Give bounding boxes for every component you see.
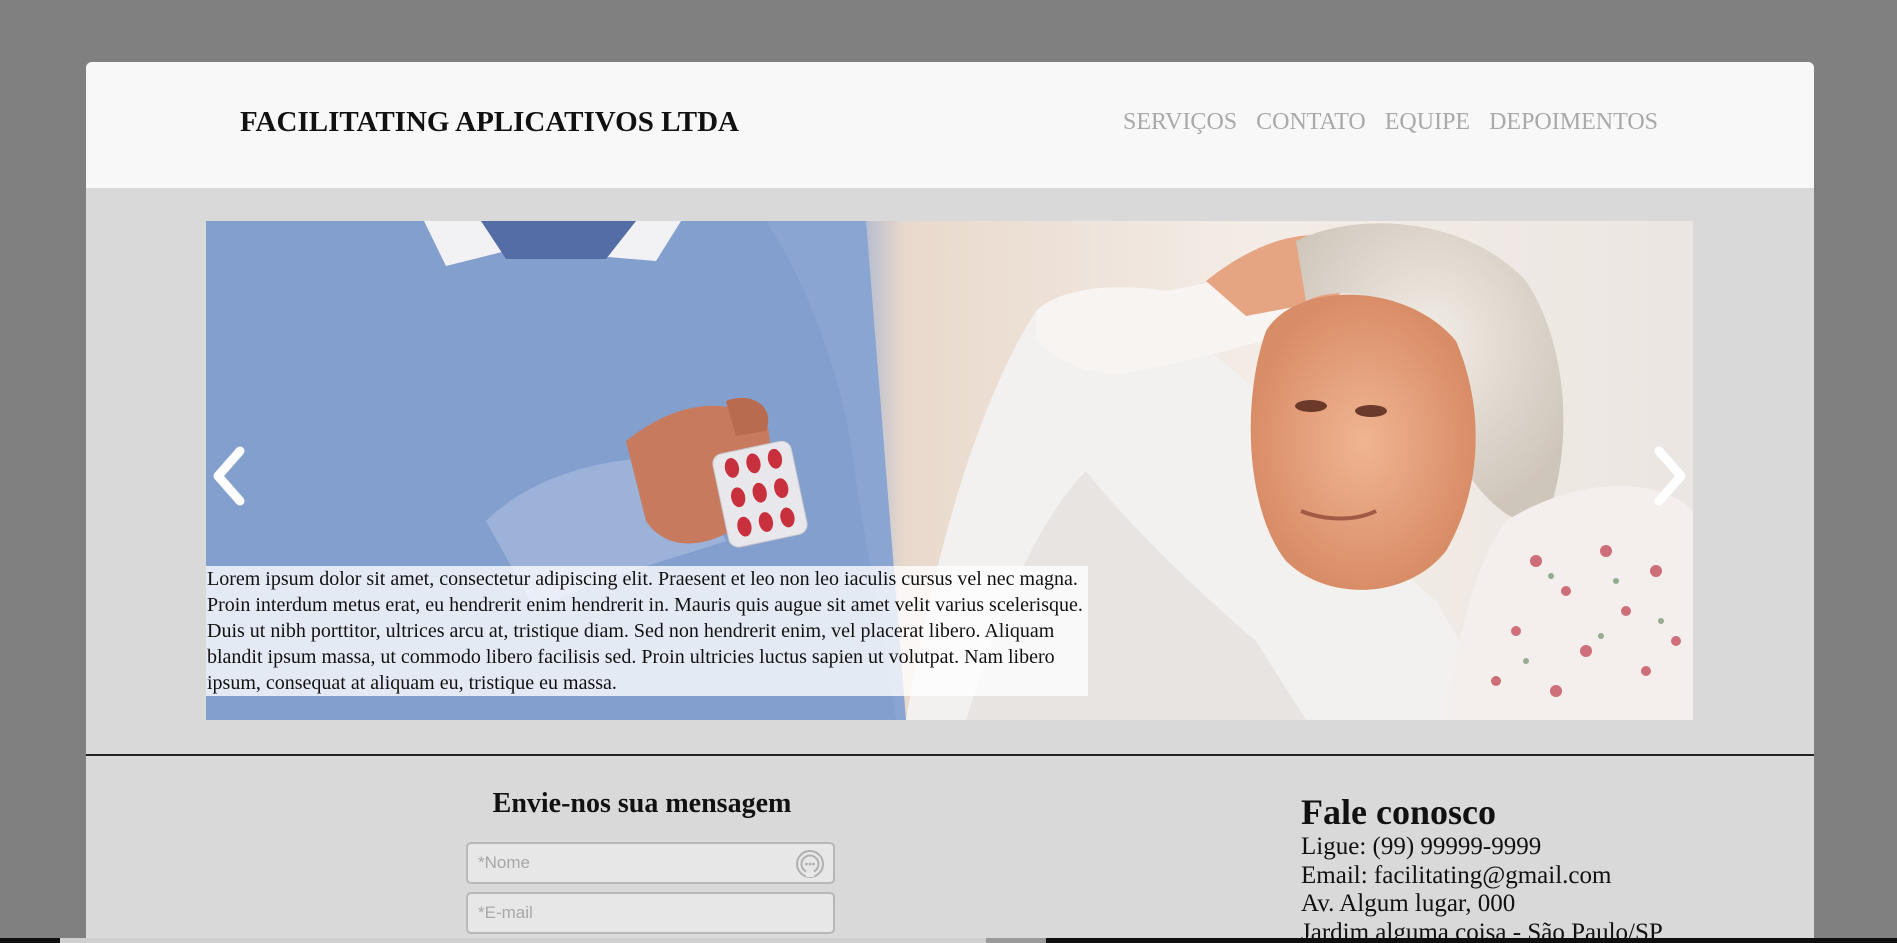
nav-link-depoimentos[interactable]: DEPOIMENTOS [1489,109,1658,136]
main-nav: SERVIÇOS CONTATO EQUIPE DEPOIMENTOS [1123,109,1658,136]
name-field[interactable] [466,842,835,884]
bottom-edge-strip [0,938,1897,943]
contact-email: Email: facilitating@gmail.com [1301,861,1612,889]
site-header: FACILITATING APLICATIVOS LTDA SERVIÇOS C… [86,62,1814,188]
image-carousel: Lorem ipsum dolor sit amet, consectetur … [206,221,1693,720]
carousel-caption: Lorem ipsum dolor sit amet, consectetur … [206,566,1088,696]
nav-link-equipe[interactable]: EQUIPE [1385,109,1470,136]
form-title: Envie-nos sua mensagem [492,788,792,819]
page-container: FACILITATING APLICATIVOS LTDA SERVIÇOS C… [86,62,1814,943]
email-field[interactable] [466,892,835,934]
carousel-prev-button[interactable] [206,446,250,506]
chevron-right-icon [1654,446,1686,506]
contact-phone: Ligue: (99) 99999-9999 [1301,833,1542,860]
carousel-next-button[interactable] [1649,446,1693,506]
brand-title[interactable]: FACILITATING APLICATIVOS LTDA [240,106,739,139]
nav-link-servicos[interactable]: SERVIÇOS [1123,109,1237,136]
contact-address: Av. Algum lugar, 000 [1301,890,1516,917]
section-divider [86,754,1814,756]
nav-link-contato[interactable]: CONTATO [1256,109,1366,136]
contact-title: Fale conosco [1301,792,1496,832]
contact-info: Fale conosco Ligue: (99) 99999-9999 Emai… [1301,791,1663,943]
name-input[interactable] [468,844,833,882]
chevron-left-icon [213,446,245,506]
autofill-icon[interactable] [795,849,825,879]
email-input[interactable] [468,894,833,932]
